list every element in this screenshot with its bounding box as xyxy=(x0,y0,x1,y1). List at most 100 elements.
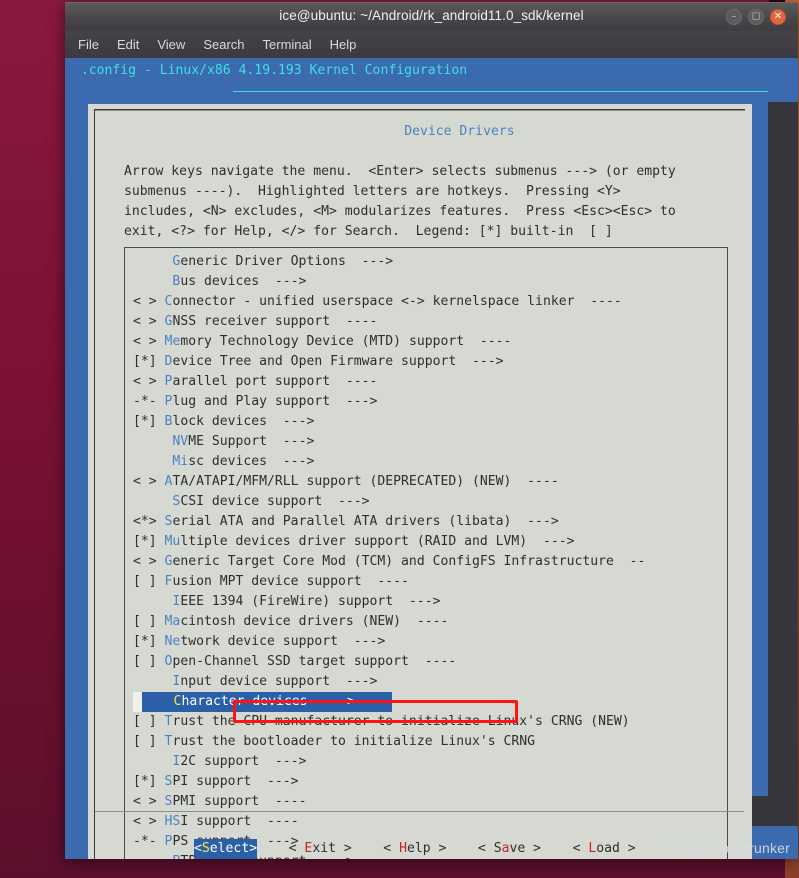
button-label: < xyxy=(383,841,400,856)
menu-item[interactable]: SCSI device support ---> xyxy=(133,492,723,512)
menu-item[interactable]: [ ] Trust the CPU manufacturer to initia… xyxy=(133,712,723,732)
menu-item-hotkey: Mu xyxy=(164,534,181,549)
menu-item[interactable]: Bus devices ---> xyxy=(133,272,723,292)
help-line: Arrow keys navigate the menu. <Enter> se… xyxy=(124,164,676,179)
maximize-button[interactable]: □ xyxy=(748,9,764,25)
menu-listbox[interactable]: Generic Driver Options ---> Bus devices … xyxy=(124,247,728,859)
menu-view[interactable]: View xyxy=(157,37,185,52)
menu-item[interactable]: [*] Block devices ---> xyxy=(133,412,723,432)
menu-item-label: pen-Channel SSD target support ---- xyxy=(172,654,457,669)
menu-item[interactable]: <*> Serial ATA and Parallel ATA drivers … xyxy=(133,512,723,532)
cursor-block xyxy=(133,692,142,712)
menuconfig-header: .config - Linux/x86 4.19.193 Kernel Conf… xyxy=(73,61,790,118)
menu-edit[interactable]: Edit xyxy=(117,37,139,52)
close-icon: ✕ xyxy=(773,11,783,22)
button-label: ve > xyxy=(509,841,542,856)
menu-terminal[interactable]: Terminal xyxy=(263,37,312,52)
button-load[interactable]: < Load > xyxy=(573,839,636,859)
menu-item-state: < > xyxy=(133,334,165,349)
button-label: < xyxy=(194,841,202,856)
menu-item[interactable]: < > HSI support ---- xyxy=(133,812,723,832)
menu-item[interactable]: [ ] Open-Channel SSD target support ---- xyxy=(133,652,723,672)
menu-item[interactable]: < > Memory Technology Device (MTD) suppo… xyxy=(133,332,723,352)
menu-item[interactable]: < > Connector - unified userspace <-> ke… xyxy=(133,292,723,312)
menu-item[interactable]: -*- Plug and Play support ---> xyxy=(133,392,723,412)
menu-item[interactable]: NVME Support ---> xyxy=(133,432,723,452)
menu-item[interactable]: < > GNSS receiver support ---- xyxy=(133,312,723,332)
menu-item[interactable]: [ ] Macintosh device drivers (NEW) ---- xyxy=(133,612,723,632)
menu-item-state: < > xyxy=(133,794,165,809)
window-titlebar: ice@ubuntu: ~/Android/rk_android11.0_sdk… xyxy=(65,2,798,31)
minimize-button[interactable]: – xyxy=(726,9,742,25)
menu-item-label: evice Tree and Open Firmware support ---… xyxy=(172,354,504,369)
button-exit[interactable]: < Exit > xyxy=(289,839,352,859)
menu-item[interactable]: Misc devices ---> xyxy=(133,452,723,472)
menu-item[interactable]: [ ] Trust the bootloader to initialize L… xyxy=(133,732,723,752)
dialog-button-bar: <Select> < Exit > < Help > < Save > < Lo… xyxy=(88,839,752,859)
menu-item-label: mory Technology Device (MTD) support ---… xyxy=(180,334,512,349)
menu-item-state: [*] xyxy=(133,414,165,429)
menu-item-selected[interactable]: Character devices ---> xyxy=(133,692,392,712)
menu-item[interactable]: I2C support ---> xyxy=(133,752,723,772)
menu-item-state xyxy=(133,594,172,609)
menu-item-label: lug and Play support ---> xyxy=(172,394,378,409)
terminal-screen[interactable]: .config - Linux/x86 4.19.193 Kernel Conf… xyxy=(65,58,798,859)
button-label: < S xyxy=(477,841,502,856)
button-hotkey: H xyxy=(399,841,407,856)
menu-item-state xyxy=(133,494,172,509)
menu-item-state xyxy=(133,254,172,269)
menu-item[interactable]: [*] Multiple devices driver support (RAI… xyxy=(133,532,723,552)
menu-item-label: TA/ATAPI/MFM/RLL support (DEPRECATED) (N… xyxy=(172,474,559,489)
menu-item-state: <*> xyxy=(133,514,165,529)
button-save[interactable]: < Save > xyxy=(478,839,541,859)
menu-item-hotkey: Ma xyxy=(164,614,181,629)
dialog-title: Device Drivers xyxy=(95,102,745,162)
menu-item-label: lock devices ---> xyxy=(172,414,315,429)
window-title: ice@ubuntu: ~/Android/rk_android11.0_sdk… xyxy=(279,8,584,23)
menu-item[interactable]: IEEE 1394 (FireWire) support ---> xyxy=(133,592,723,612)
menu-item-state: -*- xyxy=(133,394,165,409)
menu-item-label: eneric Driver Options ---> xyxy=(180,254,394,269)
terminal-right-gutter xyxy=(768,102,798,819)
menu-item[interactable]: [ ] Fusion MPT device support ---- xyxy=(133,572,723,592)
menu-item-label: cintosh device drivers (NEW) ---- xyxy=(180,614,449,629)
menu-item-hotkey: Ne xyxy=(164,634,181,649)
menu-item-hotkey: NV xyxy=(172,434,189,449)
menu-file[interactable]: File xyxy=(78,37,99,52)
dialog-title-text: Device Drivers xyxy=(398,124,521,139)
menu-item[interactable]: Input device support ---> xyxy=(133,672,723,692)
help-line: submenus ----). Highlighted letters are … xyxy=(124,184,621,199)
menu-item[interactable]: [*] SPI support ---> xyxy=(133,772,723,792)
button-help[interactable]: < Help > xyxy=(383,839,446,859)
terminal-window: ice@ubuntu: ~/Android/rk_android11.0_sdk… xyxy=(65,2,798,859)
button-hotkey: S xyxy=(201,841,210,856)
menu-item-state: < > xyxy=(133,374,165,389)
menu-item-state: [*] xyxy=(133,534,165,549)
menu-item[interactable]: < > ATA/ATAPI/MFM/RLL support (DEPRECATE… xyxy=(133,472,723,492)
menu-item[interactable]: Generic Driver Options ---> xyxy=(133,252,723,272)
menu-item[interactable]: < > Generic Target Core Mod (TCM) and Co… xyxy=(133,552,723,572)
menu-item[interactable]: [*] Device Tree and Open Firmware suppor… xyxy=(133,352,723,372)
button-bar-separator xyxy=(95,811,744,812)
menu-item-label: NSS receiver support ---- xyxy=(172,314,378,329)
button-label: elect> xyxy=(209,841,258,856)
menu-item-hotkey: Me xyxy=(164,334,181,349)
help-line: exit, <?> for Help, </> for Search. Lege… xyxy=(124,224,613,239)
menu-item-state: [*] xyxy=(133,634,165,649)
close-button[interactable]: ✕ xyxy=(770,9,786,25)
menu-help[interactable]: Help xyxy=(330,37,357,52)
menu-item[interactable]: < > Parallel port support ---- xyxy=(133,372,723,392)
menu-item-state xyxy=(133,754,172,769)
menu-item-state: < > xyxy=(133,554,165,569)
menu-search[interactable]: Search xyxy=(203,37,244,52)
watermark: CSDN @icedrunker xyxy=(663,840,790,856)
menu-item-label: eneric Target Core Mod (TCM) and ConfigF… xyxy=(172,554,646,569)
menu-item-label: usion MPT device support ---- xyxy=(172,574,409,589)
menu-item[interactable]: < > SPMI support ---- xyxy=(133,792,723,812)
menu-item-label: us devices ---> xyxy=(180,274,307,289)
button-gap xyxy=(541,841,573,856)
button-select[interactable]: <Select> xyxy=(194,839,258,859)
menu-item[interactable]: [*] Network device support ---> xyxy=(133,632,723,652)
menu-item-state xyxy=(133,274,172,289)
menu-item-state: < > xyxy=(133,814,165,829)
